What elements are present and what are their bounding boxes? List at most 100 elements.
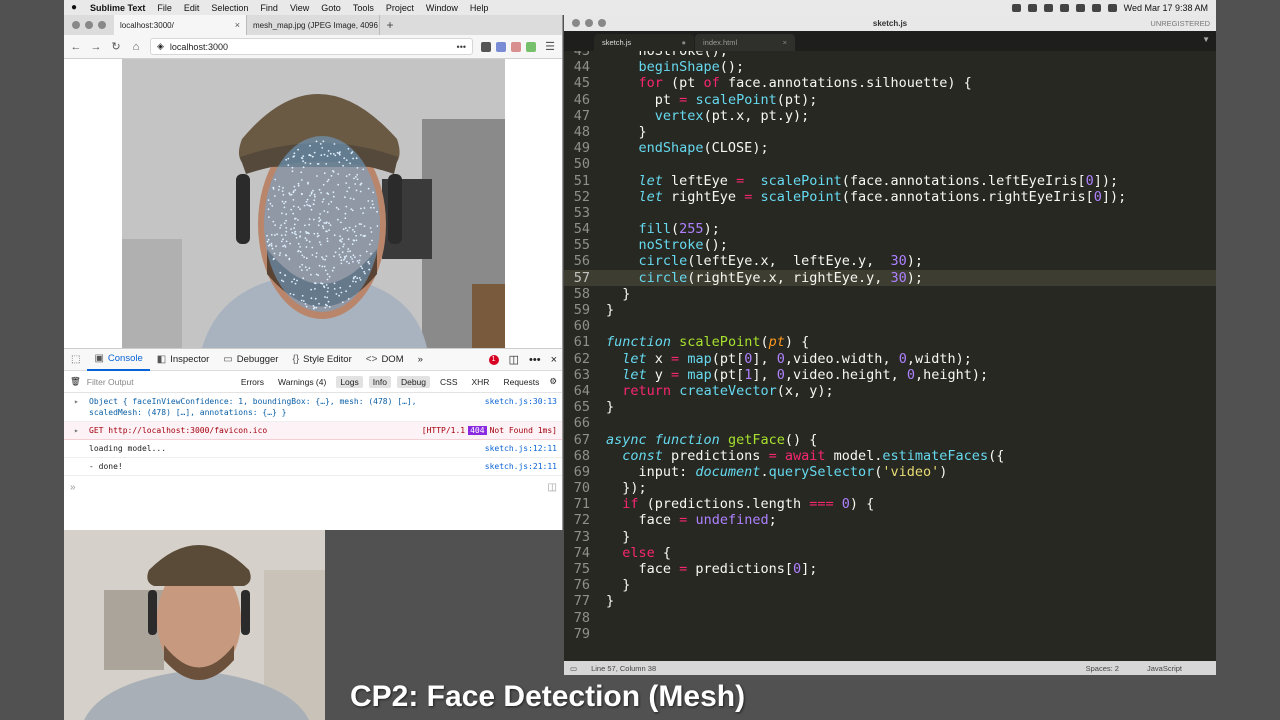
filter-info[interactable]: Info bbox=[368, 375, 391, 388]
line-code[interactable]: pt = scalePoint(pt); bbox=[606, 92, 818, 108]
line-code[interactable]: } bbox=[606, 529, 630, 545]
new-tab-button[interactable]: + bbox=[380, 18, 400, 32]
log-source-link[interactable]: sketch.js:21:11 bbox=[477, 461, 557, 472]
line-code[interactable]: circle(rightEye.x, rightEye.y, 30); bbox=[606, 270, 924, 286]
menu-tools[interactable]: Tools bbox=[347, 3, 380, 13]
close-tab-icon[interactable]: × bbox=[783, 38, 787, 47]
expand-arrow-icon[interactable]: ▸ bbox=[74, 425, 79, 436]
line-code[interactable]: async function getFace() { bbox=[606, 432, 817, 448]
line-code[interactable]: else { bbox=[606, 545, 671, 561]
element-picker-icon[interactable]: ⬚ bbox=[64, 349, 87, 371]
code-line[interactable]: 52 let rightEye = scalePoint(face.annota… bbox=[564, 189, 1216, 205]
sidebar-toggle-icon[interactable]: ◫ bbox=[548, 482, 557, 493]
code-line[interactable]: 60 bbox=[564, 318, 1216, 334]
bluetooth-icon[interactable] bbox=[1043, 3, 1053, 12]
line-code[interactable]: circle(leftEye.x, leftEye.y, 30); bbox=[606, 253, 924, 269]
filter-requests[interactable]: Requests bbox=[499, 376, 543, 388]
line-code[interactable]: face = undefined; bbox=[606, 512, 777, 528]
dock-icon[interactable]: ◫ bbox=[509, 353, 519, 366]
menu-file[interactable]: File bbox=[151, 3, 178, 13]
forward-icon[interactable]: → bbox=[90, 41, 102, 53]
code-line[interactable]: 77} bbox=[564, 593, 1216, 609]
code-line[interactable]: 48 } bbox=[564, 124, 1216, 140]
browser-tab-mesh-map[interactable]: mesh_map.jpg (JPEG Image, 4096 × bbox=[247, 15, 380, 35]
code-line[interactable]: 67 async function getFace() { bbox=[564, 432, 1216, 448]
error-count-badge[interactable]: 1 bbox=[488, 354, 499, 365]
tab-list-dropdown-icon[interactable]: ▼ bbox=[1202, 35, 1210, 44]
home-icon[interactable]: ⌂ bbox=[130, 41, 142, 53]
log-source-link[interactable]: sketch.js:30:13 bbox=[477, 396, 557, 407]
filter-errors[interactable]: Errors bbox=[237, 376, 268, 388]
line-code[interactable]: for (pt of face.annotations.silhouette) … bbox=[606, 75, 972, 91]
menu-selection[interactable]: Selection bbox=[205, 3, 254, 13]
indentation-setting[interactable]: Spaces: 2 bbox=[1086, 664, 1119, 673]
line-code[interactable]: let y = map(pt[1], 0,video.height, 0,hei… bbox=[606, 367, 988, 383]
extension-icon[interactable] bbox=[511, 41, 521, 52]
filter-warnings[interactable]: Warnings (4) bbox=[274, 376, 330, 388]
filter-output-input[interactable]: Filter Output bbox=[87, 377, 231, 387]
menu-app-name[interactable]: Sublime Text bbox=[84, 3, 151, 13]
code-line[interactable]: 63 let y = map(pt[1], 0,video.height, 0,… bbox=[564, 367, 1216, 383]
tab-dom[interactable]: <> DOM bbox=[359, 349, 411, 371]
code-line[interactable]: 74 else { bbox=[564, 545, 1216, 561]
menu-view[interactable]: View bbox=[284, 3, 315, 13]
close-devtools-icon[interactable]: × bbox=[551, 354, 557, 366]
line-code[interactable]: let x = map(pt[0], 0,video.width, 0,widt… bbox=[606, 351, 972, 367]
line-code[interactable]: } bbox=[606, 577, 630, 593]
menu-window[interactable]: Window bbox=[420, 3, 464, 13]
shield-icon[interactable]: ◈ bbox=[157, 41, 164, 52]
line-code[interactable]: endShape(CLOSE); bbox=[606, 140, 769, 156]
menu-project[interactable]: Project bbox=[380, 3, 420, 13]
minimize-window-button[interactable] bbox=[85, 21, 93, 29]
line-code[interactable]: face = predictions[0]; bbox=[606, 561, 818, 577]
code-line[interactable]: 65} bbox=[564, 399, 1216, 415]
url-text[interactable]: localhost:3000 bbox=[170, 42, 228, 52]
syntax-selector[interactable]: JavaScript bbox=[1147, 664, 1182, 673]
line-code[interactable]: } bbox=[606, 399, 614, 415]
line-code[interactable]: beginShape(); bbox=[606, 59, 745, 75]
code-line[interactable]: 59} bbox=[564, 302, 1216, 318]
code-line[interactable]: 47 vertex(pt.x, pt.y); bbox=[564, 108, 1216, 124]
line-code[interactable]: let rightEye = scalePoint(face.annotatio… bbox=[606, 189, 1127, 205]
wifi-icon[interactable] bbox=[1075, 3, 1085, 12]
code-line[interactable]: 71 if (predictions.length === 0) { bbox=[564, 496, 1216, 512]
volume-icon[interactable] bbox=[1059, 3, 1069, 12]
code-line[interactable]: 76 } bbox=[564, 577, 1216, 593]
code-line[interactable]: 54 fill(255); bbox=[564, 221, 1216, 237]
code-line[interactable]: 69 input: document.querySelector('video'… bbox=[564, 464, 1216, 480]
line-code[interactable]: noStroke(); bbox=[606, 237, 728, 253]
extension-icon[interactable] bbox=[526, 41, 536, 52]
menubar-clock[interactable]: Wed Mar 17 9:38 AM bbox=[1124, 3, 1208, 13]
code-line[interactable]: 44 beginShape(); bbox=[564, 59, 1216, 75]
log-source-link[interactable]: sketch.js:12:11 bbox=[477, 443, 557, 454]
menu-goto[interactable]: Goto bbox=[315, 3, 347, 13]
line-code[interactable]: noStroke(); bbox=[606, 51, 728, 59]
line-code[interactable]: } bbox=[606, 124, 647, 140]
panel-toggle-icon[interactable]: ▭ bbox=[570, 664, 577, 673]
code-line[interactable]: 70 }); bbox=[564, 480, 1216, 496]
tab-style-editor[interactable]: {} Style Editor bbox=[285, 349, 358, 371]
back-icon[interactable]: ← bbox=[70, 41, 82, 53]
code-line[interactable]: 75 face = predictions[0]; bbox=[564, 561, 1216, 577]
line-code[interactable]: } bbox=[606, 593, 614, 609]
code-line[interactable]: 68 const predictions = await model.estim… bbox=[564, 448, 1216, 464]
unsaved-dot-icon[interactable]: ● bbox=[681, 38, 686, 47]
line-code[interactable]: fill(255); bbox=[606, 221, 720, 237]
devtools-options-icon[interactable]: ••• bbox=[529, 354, 541, 366]
code-line[interactable]: 58 } bbox=[564, 286, 1216, 302]
code-line[interactable]: 56 circle(leftEye.x, leftEye.y, 30); bbox=[564, 253, 1216, 269]
code-line[interactable]: 53 bbox=[564, 205, 1216, 221]
hamburger-menu-icon[interactable]: ☰ bbox=[544, 40, 556, 53]
filter-css[interactable]: CSS bbox=[436, 376, 461, 388]
code-line[interactable]: 78 bbox=[564, 610, 1216, 626]
line-code[interactable]: } bbox=[606, 286, 630, 302]
zoom-window-button[interactable] bbox=[98, 21, 106, 29]
filter-debug[interactable]: Debug bbox=[396, 375, 431, 388]
code-line[interactable]: 49 endShape(CLOSE); bbox=[564, 140, 1216, 156]
line-code[interactable]: } bbox=[606, 302, 614, 318]
tab-sketch-js[interactable]: sketch.js ● bbox=[594, 34, 694, 51]
line-code[interactable]: const predictions = await model.estimate… bbox=[606, 448, 1004, 464]
line-code[interactable]: function scalePoint(pt) { bbox=[606, 334, 809, 350]
close-window-button[interactable] bbox=[72, 21, 80, 29]
line-code[interactable]: return createVector(x, y); bbox=[606, 383, 833, 399]
